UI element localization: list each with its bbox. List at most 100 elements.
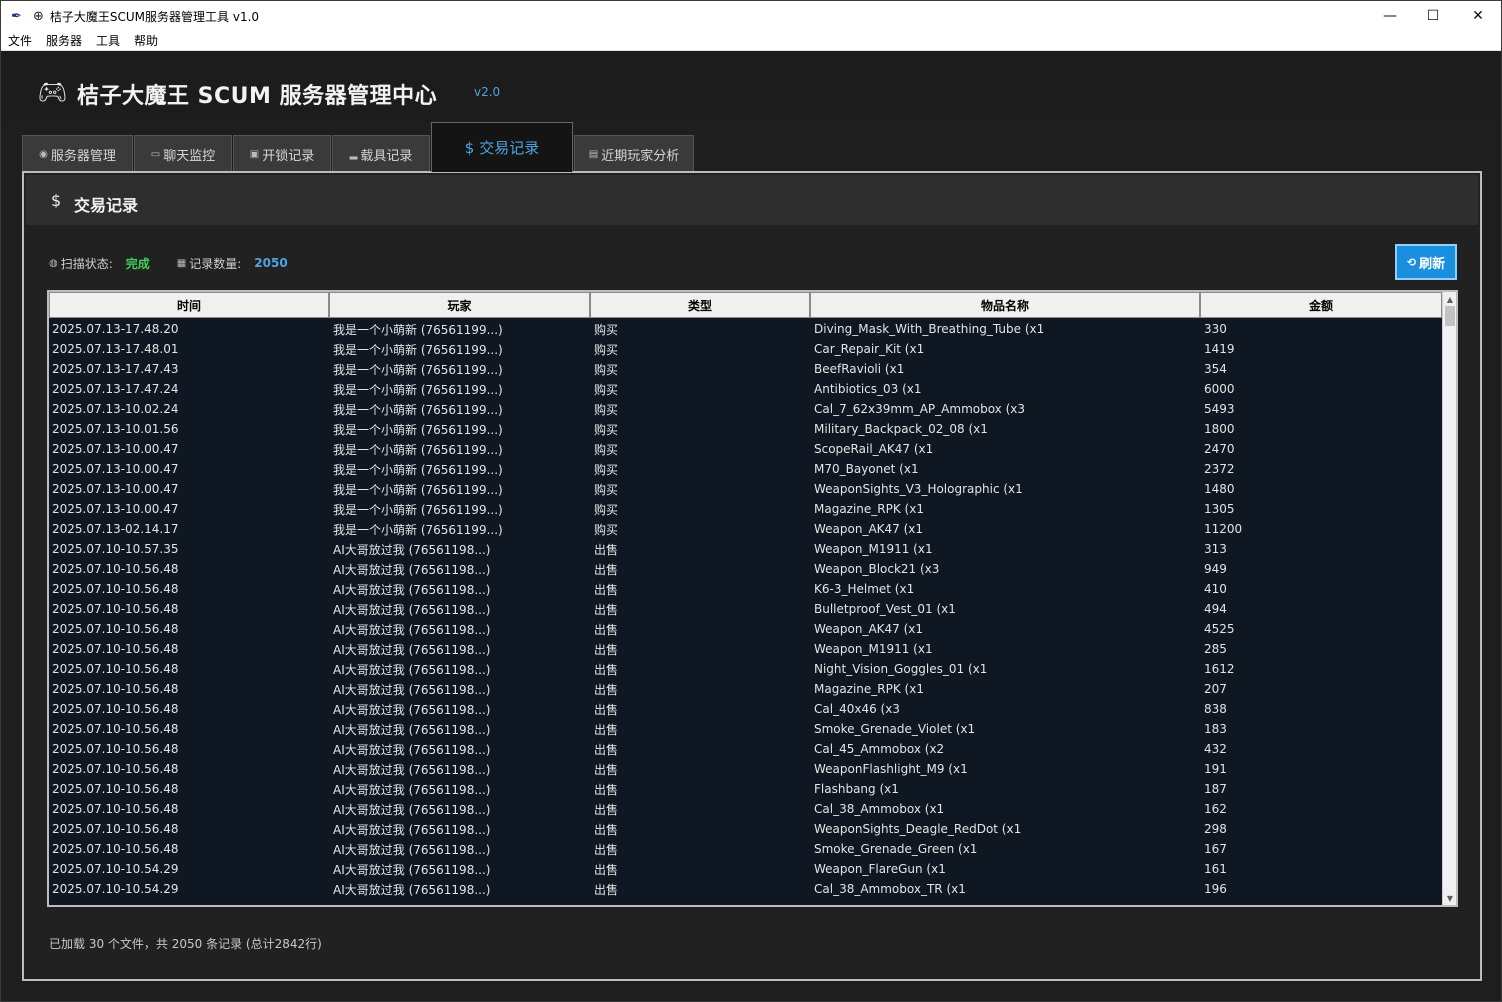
tab-vehicle-records[interactable]: ▂ 载具记录: [332, 135, 430, 172]
tab-server-management[interactable]: ◉ 服务器管理: [22, 135, 133, 172]
cell-item-name: Weapon_M1911 (x1: [814, 642, 933, 656]
column-header-amount[interactable]: 金额: [1200, 292, 1442, 318]
cell-time: 2025.07.10-10.56.48: [52, 842, 179, 856]
column-header-item-name[interactable]: 物品名称: [810, 292, 1200, 318]
table-row[interactable]: 2025.07.13-17.48.20 我是一个小萌新 (76561199...)…: [49, 319, 1442, 339]
column-header-type[interactable]: 类型: [590, 292, 810, 318]
cell-amount: 6000: [1204, 382, 1235, 396]
maximize-button[interactable]: ☐: [1410, 1, 1456, 31]
tab-label: 交易记录: [479, 139, 540, 157]
table-row[interactable]: 2025.07.10-10.56.48 AI大哥放过我 (76561198...)…: [49, 739, 1442, 759]
table-row[interactable]: 2025.07.10-10.56.48 AI大哥放过我 (76561198...)…: [49, 819, 1442, 839]
table-row[interactable]: 2025.07.10-10.56.48 AI大哥放过我 (76561198...)…: [49, 579, 1442, 599]
table-row[interactable]: 2025.07.10-10.54.29 AI大哥放过我 (76561198...)…: [49, 859, 1442, 879]
table-row[interactable]: 2025.07.10-10.56.48 AI大哥放过我 (76561198...)…: [49, 799, 1442, 819]
tab-chat-monitor[interactable]: ▭ 聊天监控: [134, 135, 232, 172]
cell-item-name: Magazine_RPK (x1: [814, 682, 924, 696]
cell-time: 2025.07.13-10.00.47: [52, 502, 179, 516]
menu-file[interactable]: 文件: [1, 32, 39, 49]
cell-type: 购买: [594, 422, 619, 437]
cell-player: 我是一个小萌新 (76561199...): [333, 522, 503, 537]
scan-status-value: 完成: [125, 256, 150, 271]
tab-label: 服务器管理: [50, 148, 116, 164]
table-body: 2025.07.13-17.48.20 我是一个小萌新 (76561199...)…: [49, 319, 1442, 905]
refresh-button[interactable]: ⟲ 刷新: [1395, 244, 1457, 280]
column-header-time[interactable]: 时间: [49, 292, 329, 318]
cell-item-name: Cal_7_62x39mm_AP_Ammobox (x3: [814, 402, 1026, 416]
table-row[interactable]: 2025.07.13-10.00.47 我是一个小萌新 (76561199...)…: [49, 439, 1442, 459]
table-row[interactable]: 2025.07.10-10.56.48 AI大哥放过我 (76561198...)…: [49, 599, 1442, 619]
cell-amount: 196: [1204, 882, 1227, 896]
cell-type: 出售: [594, 582, 619, 597]
menu-tools[interactable]: 工具: [89, 32, 127, 49]
table-row[interactable]: 2025.07.13-10.01.56 我是一个小萌新 (76561199...)…: [49, 419, 1442, 439]
scroll-thumb[interactable]: [1445, 306, 1455, 326]
cell-amount: 949: [1204, 562, 1227, 576]
table-row[interactable]: 2025.07.13-10.02.24 我是一个小萌新 (76561199...)…: [49, 399, 1442, 419]
cell-time: 2025.07.13-17.48.20: [52, 322, 179, 336]
table-row[interactable]: 2025.07.10-10.57.35 AI大哥放过我 (76561198...)…: [49, 539, 1442, 559]
menu-help[interactable]: 帮助: [127, 32, 165, 49]
cell-player: AI大哥放过我 (76561198...): [333, 882, 491, 897]
cell-player: 我是一个小萌新 (76561199...): [333, 362, 503, 377]
table-row[interactable]: 2025.07.13-17.47.43 我是一个小萌新 (76561199...)…: [49, 359, 1442, 379]
cell-amount: 207: [1204, 682, 1227, 696]
close-button[interactable]: ✕: [1455, 1, 1501, 31]
table-row[interactable]: 2025.07.10-10.56.48 AI大哥放过我 (76561198...)…: [49, 559, 1442, 579]
record-count-value: 2050: [254, 256, 288, 270]
table-row[interactable]: 2025.07.10-10.54.29 AI大哥放过我 (76561198...)…: [49, 879, 1442, 899]
gamepad-icon: ⊕: [33, 8, 44, 24]
table-row[interactable]: 2025.07.10-10.56.48 AI大哥放过我 (76561198...)…: [49, 679, 1442, 699]
cell-item-name: WeaponFlashlight_M9 (x1: [814, 762, 968, 776]
table-row[interactable]: 2025.07.13-10.00.47 我是一个小萌新 (76561199...)…: [49, 459, 1442, 479]
table-row[interactable]: 2025.07.10-10.56.48 AI大哥放过我 (76561198...)…: [49, 839, 1442, 859]
table-row[interactable]: 2025.07.10-10.56.48 AI大哥放过我 (76561198...)…: [49, 719, 1442, 739]
table-row[interactable]: 2025.07.13-02.14.17 我是一个小萌新 (76561199...)…: [49, 519, 1442, 539]
gamepad-icon: 🎮︎: [37, 78, 68, 106]
cell-time: 2025.07.10-10.54.29: [52, 862, 179, 876]
cell-item-name: Weapon_AK47 (x1: [814, 622, 924, 636]
cell-amount: 11200: [1204, 522, 1243, 536]
table-row[interactable]: 2025.07.13-10.00.47 我是一个小萌新 (76561199...)…: [49, 479, 1442, 499]
table-row[interactable]: 2025.07.10-10.56.48 AI大哥放过我 (76561198...)…: [49, 779, 1442, 799]
table-row[interactable]: 2025.07.13-17.47.24 我是一个小萌新 (76561199...)…: [49, 379, 1442, 399]
table-row[interactable]: 2025.07.10-10.56.48 AI大哥放过我 (76561198...)…: [49, 659, 1442, 679]
cell-amount: 187: [1204, 782, 1227, 796]
cell-time: 2025.07.10-10.56.48: [52, 662, 179, 676]
cell-type: 出售: [594, 822, 619, 837]
tab-recent-player-analysis[interactable]: ▤ 近期玩家分析: [574, 135, 694, 172]
scroll-down-arrow-icon[interactable]: ▼: [1443, 891, 1456, 905]
cell-player: 我是一个小萌新 (76561199...): [333, 462, 503, 477]
cell-amount: 167: [1204, 842, 1227, 856]
cell-type: 出售: [594, 762, 619, 777]
column-header-player[interactable]: 玩家: [329, 292, 590, 318]
minimize-button[interactable]: —: [1367, 1, 1413, 31]
table-row[interactable]: 2025.07.13-17.48.01 我是一个小萌新 (76561199...)…: [49, 339, 1442, 359]
menu-bar: 文件 服务器 工具 帮助: [1, 31, 1501, 51]
table-row[interactable]: 2025.07.10-10.56.48 AI大哥放过我 (76561198...)…: [49, 619, 1442, 639]
table-row[interactable]: 2025.07.10-10.56.48 AI大哥放过我 (76561198...)…: [49, 759, 1442, 779]
scroll-up-arrow-icon[interactable]: ▲: [1443, 292, 1456, 306]
tab-trade-records[interactable]: $ 交易记录: [431, 122, 573, 172]
cell-item-name: Weapon_FlareGun (x1: [814, 862, 946, 876]
cell-time: 2025.07.13-17.47.24: [52, 382, 179, 396]
table-row[interactable]: 2025.07.13-10.00.47 我是一个小萌新 (76561199...)…: [49, 499, 1442, 519]
cell-item-name: Weapon_M1911 (x1: [814, 542, 933, 556]
cell-type: 出售: [594, 802, 619, 817]
cell-type: 出售: [594, 782, 619, 797]
cell-player: AI大哥放过我 (76561198...): [333, 582, 491, 597]
table-row[interactable]: 2025.07.10-10.56.48 AI大哥放过我 (76561198...)…: [49, 699, 1442, 719]
tab-label: 近期玩家分析: [601, 148, 680, 164]
cell-item-name: Military_Backpack_02_08 (x1: [814, 422, 988, 436]
tab-unlock-records[interactable]: ▣ 开锁记录: [233, 135, 331, 172]
cell-time: 2025.07.10-10.56.48: [52, 562, 179, 576]
table-row[interactable]: 2025.07.10-10.56.48 AI大哥放过我 (76561198...)…: [49, 639, 1442, 659]
menu-server[interactable]: 服务器: [39, 32, 89, 49]
cell-player: AI大哥放过我 (76561198...): [333, 742, 491, 757]
gamepad-icon: ◉: [39, 148, 48, 160]
cell-item-name: Night_Vision_Goggles_01 (x1: [814, 662, 988, 676]
cell-type: 出售: [594, 642, 619, 657]
cell-player: AI大哥放过我 (76561198...): [333, 682, 491, 697]
title-bar: ✒ ⊕ 桔子大魔王SCUM服务器管理工具 v1.0 — ☐ ✕: [1, 1, 1501, 31]
vertical-scrollbar[interactable]: ▲ ▼: [1442, 292, 1456, 905]
